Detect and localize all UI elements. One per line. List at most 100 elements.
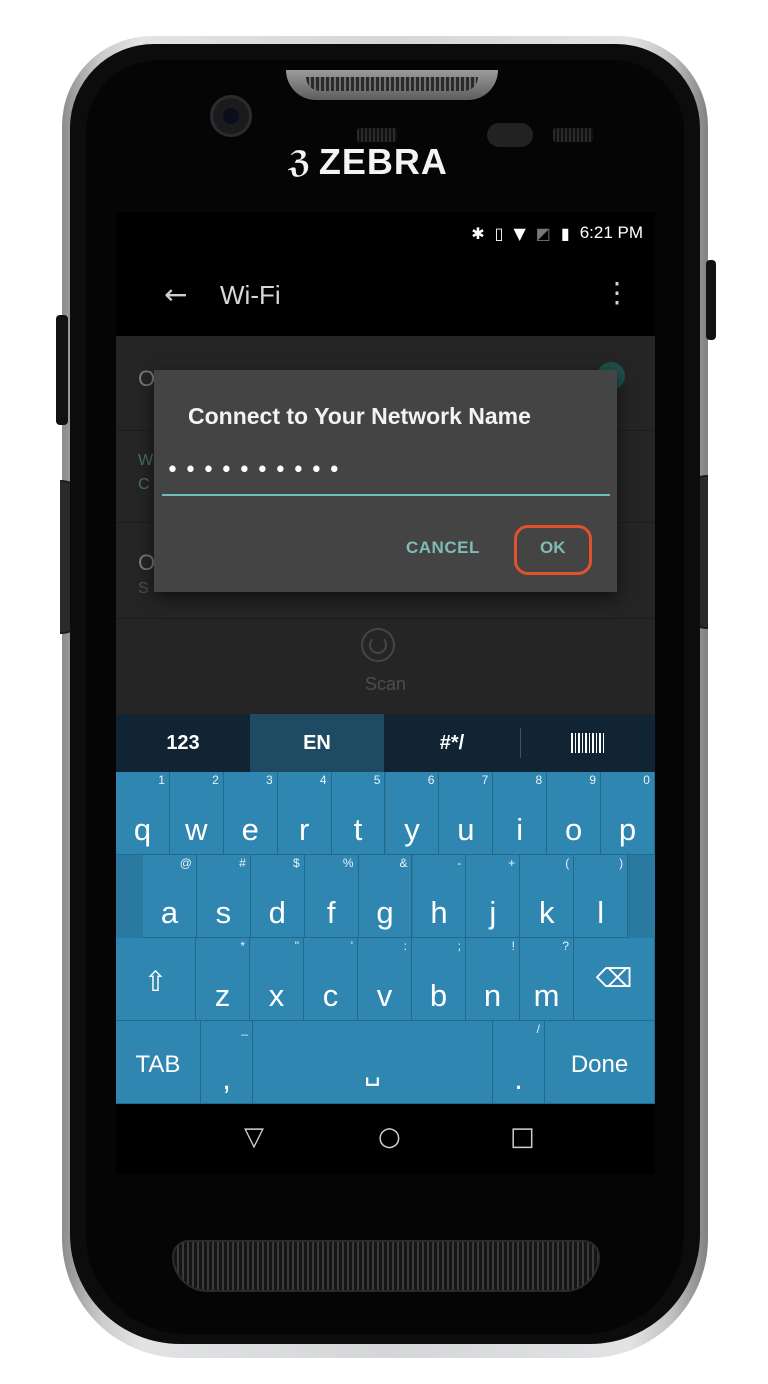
sensor-grill-icon <box>553 128 593 142</box>
key-label: n <box>483 978 502 1013</box>
key-hint: / <box>536 1022 540 1036</box>
key-a[interactable]: a @ <box>143 855 197 938</box>
done-key[interactable]: Done <box>545 1021 655 1104</box>
key-hint: & <box>399 856 408 870</box>
key-label: x <box>268 978 285 1013</box>
key-hint: 9 <box>589 773 597 787</box>
key-g[interactable]: g & <box>358 855 413 938</box>
key-k[interactable]: k( <box>520 855 575 938</box>
arrow-back-icon[interactable]: ← <box>164 278 187 311</box>
more-vert-icon[interactable]: ⋮ <box>603 276 631 309</box>
key-hint: 1 <box>158 773 165 787</box>
key-label: p <box>618 812 637 847</box>
key-label: , <box>222 1061 231 1096</box>
key-label: Done <box>570 1051 629 1078</box>
front-camera-icon <box>210 95 252 137</box>
key-hint: @ <box>179 856 192 870</box>
key-hint: : <box>403 939 407 953</box>
page-title: Wi-Fi <box>220 280 281 310</box>
key-f[interactable]: f% <box>304 855 359 938</box>
space-key[interactable]: ␣ <box>253 1021 493 1104</box>
key-hint: " <box>294 939 299 953</box>
no-sim-icon: ◩ <box>535 223 551 243</box>
key-label: z <box>214 978 231 1013</box>
key-label: . <box>514 1061 523 1096</box>
key-w[interactable]: w2 <box>169 772 224 855</box>
key-m[interactable]: m? <box>520 938 574 1021</box>
connect-dialog: Connect to Your Network Name •••••••••• … <box>154 370 617 592</box>
key-d[interactable]: d $ <box>250 855 305 938</box>
earpiece-grill <box>306 77 478 91</box>
status-time: 6:21 PM <box>579 223 643 242</box>
wifi-icon: ▼ <box>513 223 526 243</box>
key-hint: ? <box>562 939 569 953</box>
tab-symbols[interactable]: #*/ <box>384 714 520 772</box>
key-c[interactable]: c ' <box>304 938 358 1021</box>
home-circle-icon[interactable]: ○ <box>378 1122 401 1152</box>
tab-english[interactable]: EN <box>250 714 384 772</box>
key-hint: ! <box>511 939 515 953</box>
key-s[interactable]: s # <box>196 855 251 938</box>
key-hint: # <box>239 856 246 870</box>
key-n[interactable]: n! <box>466 938 520 1021</box>
key-q[interactable]: q1 <box>116 772 170 855</box>
recents-square-icon[interactable]: □ <box>510 1122 535 1152</box>
tab-numeric[interactable]: 123 <box>116 714 250 772</box>
tab-barcode[interactable] <box>521 714 655 772</box>
key-hint: 2 <box>212 773 219 787</box>
key-hint: 6 <box>427 773 435 787</box>
key-label: j <box>489 895 497 930</box>
key-p[interactable]: p0 <box>601 772 655 855</box>
key-period[interactable]: . / <box>493 1021 545 1104</box>
key-v[interactable]: v: <box>358 938 412 1021</box>
key-label: v <box>376 978 393 1013</box>
key-o[interactable]: o9 <box>547 772 602 855</box>
key-label: m <box>533 978 560 1013</box>
key-e[interactable]: e3 <box>223 772 278 855</box>
key-label: u <box>457 812 475 847</box>
app-bar: ← Wi-Fi ⋮ <box>116 254 655 336</box>
key-hint: + <box>508 856 516 870</box>
ok-button[interactable]: OK <box>540 538 566 558</box>
key-label: e <box>241 812 259 847</box>
key-h[interactable]: h- <box>412 855 467 938</box>
screen: ✱ ▯ ▼ ◩ ▮ 6:21 PM ← Wi-Fi ⋮ O W C O S Sc… <box>116 212 655 1174</box>
key-t[interactable]: t5 <box>331 772 386 855</box>
key-u[interactable]: u7 <box>439 772 494 855</box>
key-label: b <box>429 978 448 1013</box>
key-r[interactable]: r4 <box>277 772 332 855</box>
cancel-button[interactable]: CANCEL <box>406 538 480 558</box>
key-z[interactable]: z * <box>196 938 250 1021</box>
key-hint: 3 <box>266 773 273 787</box>
shift-key[interactable]: ⇧ <box>116 938 196 1021</box>
key-hint: ( <box>565 856 570 870</box>
key-label: TAB <box>135 1051 181 1078</box>
key-j[interactable]: j + <box>466 855 521 938</box>
key-hint: ) <box>619 856 624 870</box>
key-b[interactable]: b; <box>412 938 466 1021</box>
tab-key[interactable]: TAB <box>116 1021 201 1104</box>
key-x[interactable]: x " <box>250 938 304 1021</box>
key-label: d <box>268 895 286 930</box>
password-value: •••••••••• <box>166 458 346 483</box>
brand-logo: ℨ ZEBRA <box>288 140 448 184</box>
key-l[interactable]: l) <box>574 855 629 938</box>
key-label: ⇧ <box>143 966 168 997</box>
key-hint: $ <box>293 856 300 870</box>
side-button-right <box>706 260 716 340</box>
dialog-title: Connect to Your Network Name <box>188 403 531 429</box>
key-y[interactable]: y6 <box>385 772 440 855</box>
brand-name: ZEBRA <box>318 141 448 182</box>
key-label: ␣ <box>364 1056 381 1086</box>
key-label: o <box>565 812 583 847</box>
key-label: y <box>404 812 420 847</box>
key-hint: ; <box>457 939 461 953</box>
password-field[interactable]: •••••••••• <box>162 454 610 496</box>
backspace-key[interactable]: ⌫ <box>574 938 655 1021</box>
key-label: q <box>133 812 152 847</box>
back-triangle-icon[interactable]: ▽ <box>244 1122 264 1152</box>
battery-charging-icon: ▮ <box>560 223 570 243</box>
key-i[interactable]: i8 <box>493 772 548 855</box>
key-comma[interactable]: , _ <box>201 1021 253 1104</box>
bluetooth-icon: ✱ <box>471 223 485 243</box>
